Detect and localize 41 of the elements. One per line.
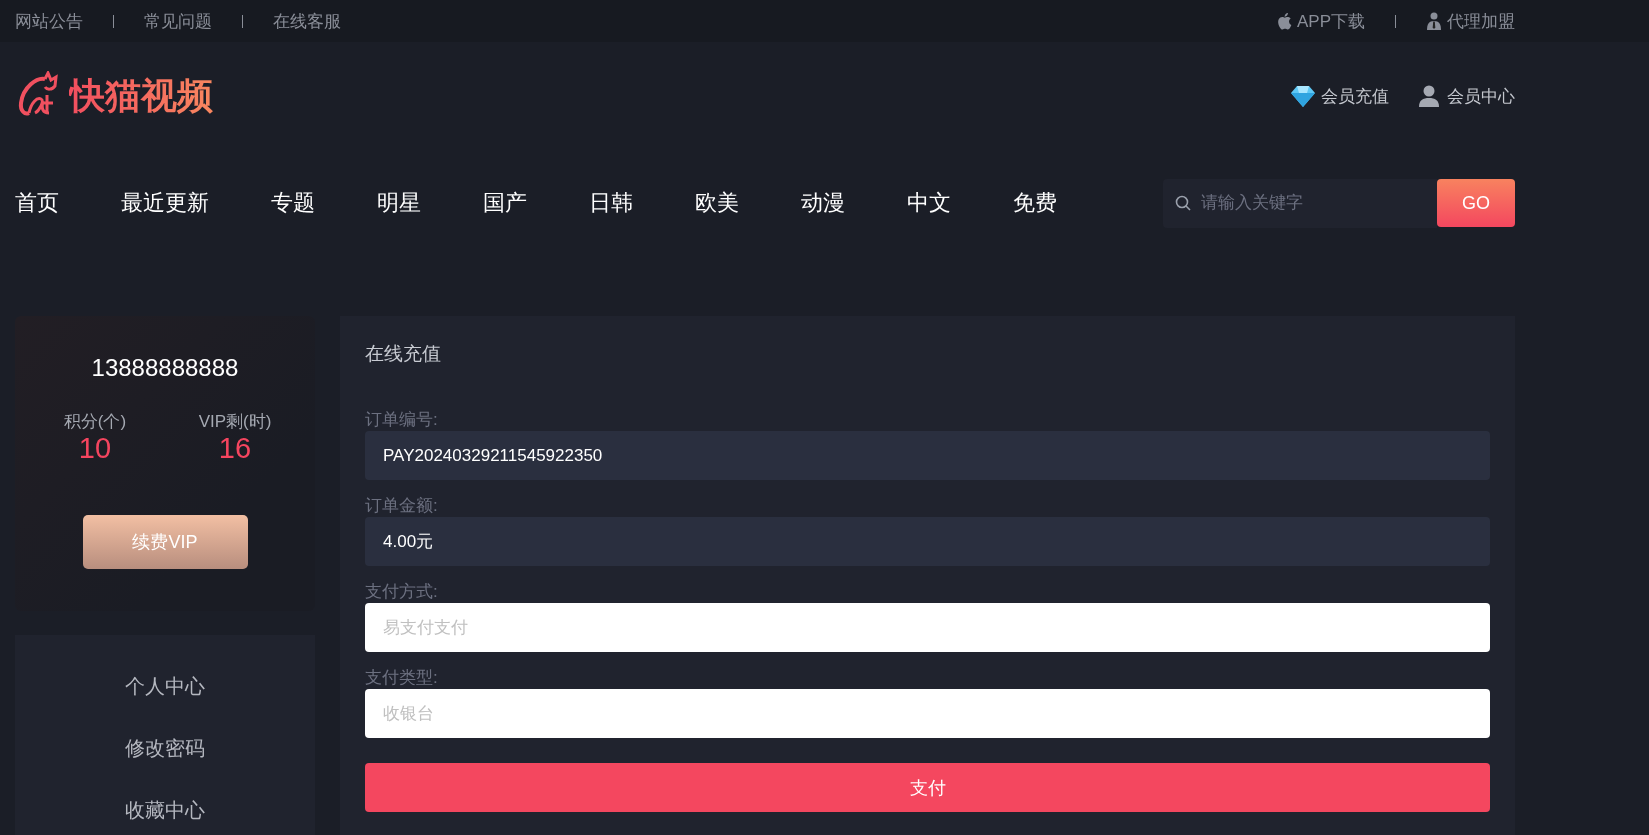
- field-label: 支付方式:: [365, 581, 439, 603]
- stat-label: VIP剩(时): [198, 411, 272, 433]
- stat-value: 10: [78, 433, 112, 465]
- top-link[interactable]: APP下载: [1296, 9, 1365, 33]
- readonly-field: 4.00元: [365, 517, 1490, 566]
- field-label: 订单编号:: [365, 409, 439, 431]
- select-field[interactable]: 收银台: [365, 689, 1490, 738]
- top-link[interactable]: 在线客服: [273, 9, 341, 33]
- select-field[interactable]: 易支付支付: [365, 603, 1490, 652]
- side-menu-item[interactable]: 收藏中心: [125, 779, 205, 835]
- top-link[interactable]: 代理加盟: [1447, 9, 1515, 33]
- nav-link[interactable]: 中文: [907, 188, 951, 218]
- person-tie-icon: [1426, 12, 1442, 30]
- nav-link[interactable]: 明星: [377, 188, 421, 218]
- top-link[interactable]: 常见问题: [144, 9, 212, 33]
- stat-label: 积分(个): [63, 411, 127, 433]
- pay-button[interactable]: 支付: [365, 763, 1490, 812]
- header-link[interactable]: 会员中心: [1447, 84, 1515, 108]
- side-menu-item[interactable]: 个人中心: [125, 655, 205, 717]
- phone-number: 13888888888: [91, 354, 239, 382]
- nav-link[interactable]: 欧美: [695, 188, 739, 218]
- panel-title: 在线充值: [365, 342, 442, 366]
- nav-link[interactable]: 免费: [1013, 188, 1057, 218]
- nav-link[interactable]: 国产: [483, 188, 527, 218]
- top-link[interactable]: 网站公告: [15, 9, 83, 33]
- search-field[interactable]: 请输入关键字: [1163, 178, 1437, 228]
- field-label: 订单金额:: [365, 495, 439, 517]
- nav-link[interactable]: 动漫: [801, 188, 845, 218]
- readonly-field: PAY20240329211545922350: [365, 431, 1490, 480]
- side-menu-item[interactable]: 修改密码: [125, 717, 205, 779]
- nav-link[interactable]: 首页: [15, 188, 59, 218]
- diamond-icon: [1291, 85, 1315, 107]
- nav-link[interactable]: 日韩: [589, 188, 633, 218]
- header-link[interactable]: 会员充值: [1321, 84, 1389, 108]
- stat-value: 16: [218, 433, 252, 465]
- user-icon: [1417, 85, 1441, 107]
- search-icon: [1175, 194, 1191, 211]
- nav-link[interactable]: 专题: [271, 188, 315, 218]
- nav-link[interactable]: 最近更新: [121, 188, 209, 218]
- field-label: 支付类型:: [365, 667, 439, 689]
- apple-icon: [1275, 12, 1292, 30]
